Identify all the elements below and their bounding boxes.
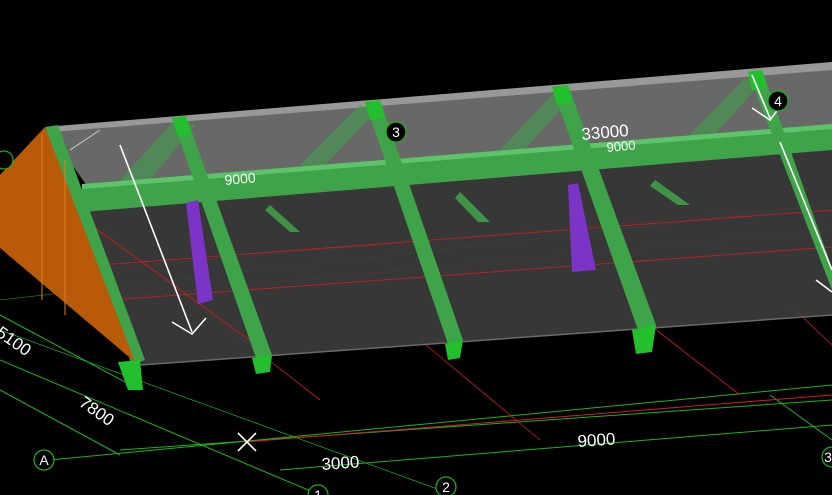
dim-partial-9000-b: 9000 [606,138,636,155]
dim-span-3000: 3000 [321,452,360,474]
dim-partial-9000-a: 9000 [224,169,257,188]
svg-text:3: 3 [824,449,832,465]
axis-label-3[interactable]: 3 [385,121,407,143]
svg-text:2: 2 [442,479,450,495]
grid-line-a2 [119,399,832,451]
svg-text:1: 1 [314,487,322,495]
svg-text:4: 4 [774,93,782,109]
svg-text:A: A [39,452,49,468]
dim-depth-5100: 5100 [0,323,35,360]
axis-label-partial-left[interactable] [0,150,14,170]
dim-depth-7800: 7800 [76,393,118,430]
axis-label-3-bottom[interactable]: 3 [821,446,832,468]
axis-label-1[interactable]: 1 [307,484,329,495]
axis-label-2[interactable]: 2 [435,476,457,495]
axis-label-a[interactable]: A [33,449,55,471]
red-line-1 [244,394,832,443]
dim-span-9000: 9000 [577,429,616,451]
svg-text:3: 3 [392,124,400,140]
grid-line-col-1 [0,359,321,495]
grid-line-a [49,384,832,461]
axis-label-4[interactable]: 4 [767,90,789,112]
grid-line-dim [279,424,832,471]
column-foot-1 [118,360,143,390]
column-foot-4 [632,325,656,354]
red-line-diag-3 [649,324,741,396]
model-scene[interactable]: 3000 9000 7800 5100 33000 9000 9000 A 1 … [0,0,832,495]
column-foot-2 [252,355,272,374]
model-3d-viewport[interactable]: 3000 9000 7800 5100 33000 9000 9000 A 1 … [0,0,832,495]
